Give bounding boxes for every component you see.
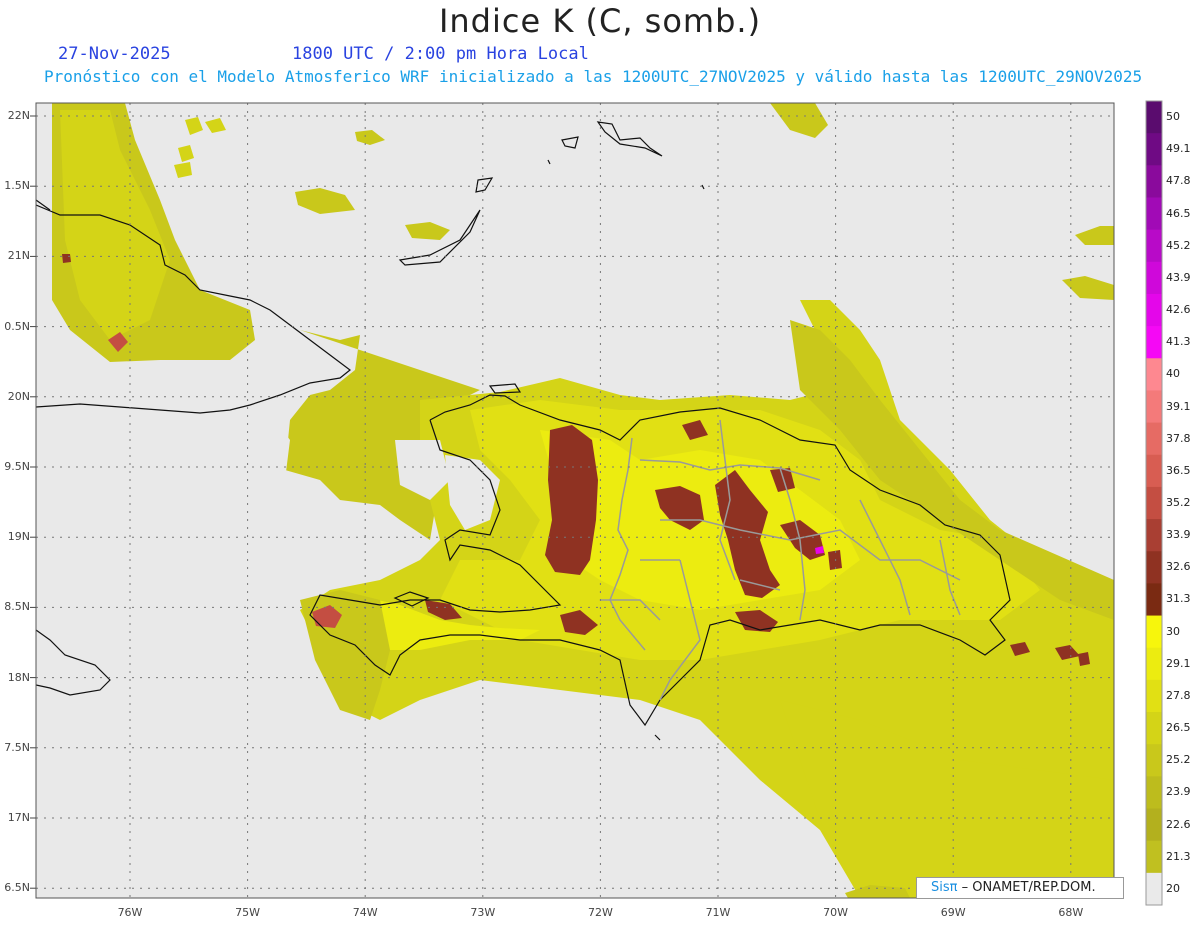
colorbar-level-label: 27.8: [1166, 688, 1191, 702]
colorbar-level-label: 46.5: [1166, 206, 1191, 220]
colorbar-swatch: [1146, 776, 1162, 810]
lon-label: 69W: [940, 906, 966, 919]
colorbar-level-label: 29.1: [1166, 656, 1191, 670]
colorbar-swatch: [1146, 615, 1162, 649]
valid-time: 1800 UTC / 2:00 pm Hora Local: [292, 44, 589, 64]
lat-label: 18N: [7, 670, 30, 684]
colorbar-level-label: 50: [1166, 110, 1180, 124]
colorbar-level-label: 39.1: [1166, 399, 1191, 413]
colorbar-level-label: 33.9: [1166, 528, 1191, 542]
lon-label: 76W: [117, 906, 143, 919]
colorbar-level-label: 47.8: [1166, 174, 1191, 188]
lat-label: 9.5N: [4, 460, 30, 473]
colorbar-swatch: [1146, 551, 1162, 584]
colorbar-swatch: [1146, 840, 1162, 874]
colorbar-level-label: 21.3: [1166, 849, 1191, 863]
colorbar-swatch: [1146, 679, 1162, 713]
colorbar-swatch: [1146, 101, 1162, 134]
credit-box: Sisπ – ONAMET/REP.DOM.: [916, 877, 1124, 899]
colorbar-level-label: 40: [1166, 367, 1180, 381]
colorbar-level-label: 42.6: [1166, 303, 1191, 317]
colorbar-level-label: 37.8: [1166, 431, 1191, 445]
colorbar-swatch: [1146, 808, 1162, 842]
map-container: [0, 0, 1200, 927]
colorbar-level-label: 45.2: [1166, 238, 1191, 252]
colorbar-level-label: 36.5: [1166, 463, 1191, 477]
colorbar-level-label: 23.9: [1166, 785, 1191, 799]
sispi-logo-text: Sisπ: [931, 880, 958, 895]
lat-label: 22N: [7, 109, 30, 122]
lat-label: 17N: [7, 811, 30, 824]
k-core-mona-3: [1078, 652, 1090, 666]
colorbar-level-label: 20: [1166, 881, 1180, 895]
lat-label: 0.5N: [4, 319, 30, 333]
colorbar-level-label: 26.5: [1166, 721, 1191, 735]
lat-label: 7.5N: [4, 740, 30, 754]
colorbar-swatch: [1146, 197, 1162, 231]
colorbar-swatch: [1146, 647, 1162, 681]
lon-label: 70W: [823, 906, 849, 919]
colorbar-level-label: 25.2: [1166, 753, 1191, 767]
lon-label: 75W: [235, 906, 261, 919]
forecast-description: Pronóstico con el Modelo Atmosferico WRF…: [44, 67, 1143, 86]
colorbar-swatch: [1146, 293, 1162, 327]
credit-org: – ONAMET/REP.DOM.: [957, 880, 1096, 895]
k-core-east-3: [828, 550, 842, 570]
lon-label: 73W: [470, 906, 496, 919]
lon-label: 68W: [1058, 906, 1084, 919]
colorbar-swatch: [1146, 583, 1162, 617]
colorbar-swatch: [1146, 390, 1162, 424]
k-core-haiti-north: [545, 425, 598, 575]
colorbar-swatch: [1146, 519, 1162, 552]
colorbar-swatch: [1146, 133, 1162, 166]
map-svg: [30, 100, 1163, 906]
k-core-cuba-1: [62, 254, 71, 263]
colorbar: [1145, 100, 1163, 906]
colorbar-level-label: 43.9: [1166, 270, 1191, 284]
colorbar-level-label: 31.3: [1166, 592, 1191, 606]
colorbar-swatch: [1146, 358, 1162, 391]
colorbar-swatch: [1146, 744, 1162, 777]
colorbar-swatch: [1146, 261, 1162, 295]
lat-label: 21N: [7, 249, 30, 263]
colorbar-level-label: 49.1: [1166, 142, 1191, 156]
lat-label: 6.5N: [4, 881, 30, 895]
lon-label: 72W: [587, 906, 613, 919]
colorbar-swatch: [1146, 872, 1162, 906]
colorbar-swatch: [1146, 229, 1162, 263]
valid-date: 27-Nov-2025: [58, 44, 171, 64]
lon-label: 71W: [705, 906, 731, 919]
lat-label: 19N: [7, 530, 30, 544]
colorbar-swatch: [1146, 165, 1162, 198]
lat-label: 8.5N: [4, 600, 30, 614]
colorbar-level-label: 30: [1166, 624, 1180, 638]
lat-label: 20N: [7, 389, 30, 403]
colorbar-swatch: [1146, 712, 1162, 745]
colorbar-level-label: 32.6: [1166, 560, 1191, 574]
colorbar-swatch: [1146, 422, 1162, 456]
colorbar-level-label: 41.3: [1166, 335, 1191, 349]
map-title: Indice K (C, somb.): [438, 2, 762, 40]
lon-label: 74W: [352, 906, 378, 919]
colorbar-swatch: [1146, 454, 1162, 488]
colorbar-swatch: [1146, 486, 1162, 520]
colorbar-level-label: 35.2: [1166, 496, 1191, 509]
colorbar-level-label: 22.6: [1166, 817, 1191, 831]
colorbar-swatch: [1146, 326, 1162, 359]
lat-label: 1.5N: [4, 179, 30, 193]
